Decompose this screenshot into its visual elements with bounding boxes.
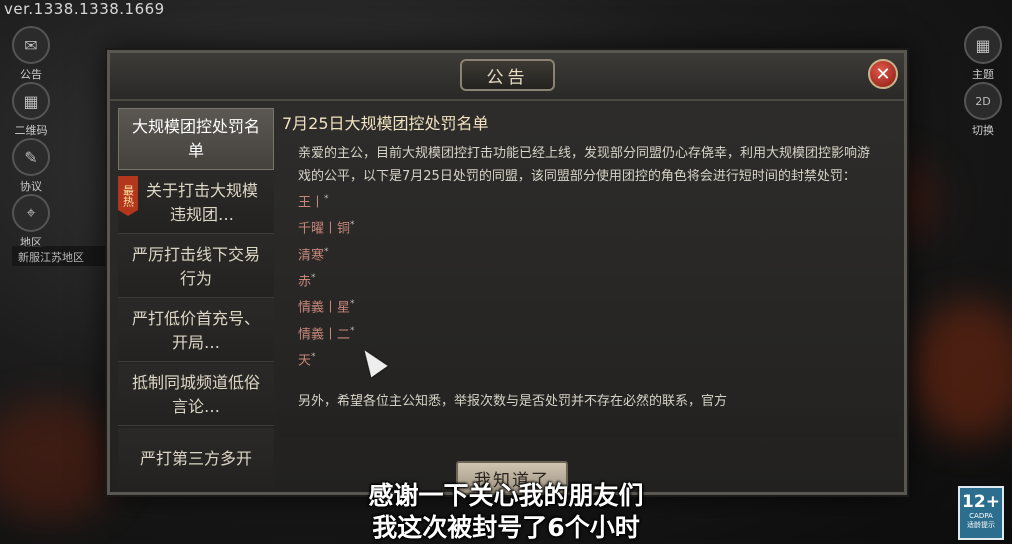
content-title: 7月25日大规模团控处罚名单 — [282, 114, 489, 133]
side-button-label: 二维码 — [14, 124, 48, 137]
penalized-alliance-name: 千曜丨铜* — [298, 220, 355, 237]
penalized-alliance-name: 赤* — [298, 272, 316, 290]
close-icon: ✕ — [875, 63, 891, 85]
penalized-alliance-name: 情義丨星* — [298, 299, 355, 316]
tab-label: 抵制同城频道低俗言论… — [131, 372, 260, 416]
tab-offline-trading[interactable]: 严厉打击线下交易行为 — [118, 236, 274, 298]
tab-label: 严打第三方多开 — [139, 448, 252, 468]
document-icon: ✎ — [12, 138, 50, 176]
announcement-side-button[interactable]: ✉ 公告 — [6, 26, 56, 82]
age-rating-value: 12+ — [962, 492, 1000, 512]
announcement-dialog: 公告 ✕ 大规模团控处罚名单 最热 关于打击大规模违规团… 严厉打击线下交易行为… — [107, 50, 907, 495]
version-label: ver.1338.1338.1669 — [4, 0, 165, 18]
penalized-alliance-name: 王丨* — [298, 194, 329, 211]
tab-label: 严厉打击线下交易行为 — [131, 244, 260, 288]
theme-side-button[interactable]: ▦ 主题 — [958, 26, 1008, 82]
video-subtitle: 我这次被封号了6个小时 — [372, 513, 640, 542]
scroll-icon: ✉ — [12, 26, 50, 64]
grid-icon: ▦ — [964, 26, 1002, 64]
qrcode-side-button[interactable]: ▦ 二维码 — [6, 82, 56, 138]
tab-label: 大规模团控处罚名单 — [131, 117, 260, 160]
2d3d-icon: 2D — [964, 82, 1002, 120]
scroll-fade — [278, 404, 898, 438]
tab-label: 严打低价首充号、开局… — [131, 308, 260, 352]
announcement-tab-list: 大规模团控处罚名单 最热 关于打击大规模违规团… 严厉打击线下交易行为 严打低价… — [118, 108, 274, 488]
qrcode-icon: ▦ — [12, 82, 50, 120]
map-icon: ⌖ — [12, 194, 50, 232]
hot-badge: 最热 — [118, 176, 138, 216]
intro-paragraph: 亲爱的主公，目前大规模团控打击功能已经上线，发现部分同盟仍心存侥幸，利用大规模团… — [298, 146, 871, 184]
side-button-label: 主题 — [972, 68, 994, 81]
region-bar[interactable]: 新服江苏地区 — [12, 246, 122, 266]
tab-label: 关于打击大规模违规团… — [145, 180, 258, 224]
side-button-label: 协议 — [20, 180, 42, 193]
side-button-label: 公告 — [20, 68, 42, 81]
agreement-side-button[interactable]: ✎ 协议 — [6, 138, 56, 194]
background-fire-glow — [910, 300, 1012, 440]
penalized-alliance-name: 天* — [298, 351, 316, 369]
penalized-alliance-name: 清寒* — [298, 246, 329, 263]
penalized-alliance-name: 情義丨二* — [298, 325, 355, 342]
tab-vulgar-chat[interactable]: 抵制同城频道低俗言论… — [118, 364, 274, 426]
close-button[interactable]: ✕ — [868, 59, 898, 89]
view-switch-side-button[interactable]: 2D 切换 — [958, 82, 1008, 138]
age-rating-org: CADPA — [969, 512, 993, 520]
age-rating-badge[interactable]: 12+ CADPA 适龄提示 — [958, 486, 1004, 540]
video-subtitle: 感谢一下关心我的朋友们 — [368, 481, 644, 510]
announcement-content[interactable]: 7月25日大规模团控处罚名单 亲爱的主公，目前大规模团控打击功能已经上线，发现部… — [278, 108, 898, 438]
tab-cheap-accounts[interactable]: 严打低价首充号、开局… — [118, 300, 274, 362]
tab-crowd-control-penalty-list[interactable]: 大规模团控处罚名单 — [118, 108, 274, 170]
dialog-header: 公告 ✕ — [110, 53, 904, 101]
tab-crackdown-violation-groups[interactable]: 最热 关于打击大规模违规团… — [118, 172, 274, 234]
region-side-button[interactable]: ⌖ 地区 — [6, 194, 56, 250]
age-rating-tip: 适龄提示 — [967, 521, 995, 529]
side-button-label: 切换 — [972, 124, 994, 137]
dialog-title: 公告 — [460, 59, 555, 91]
